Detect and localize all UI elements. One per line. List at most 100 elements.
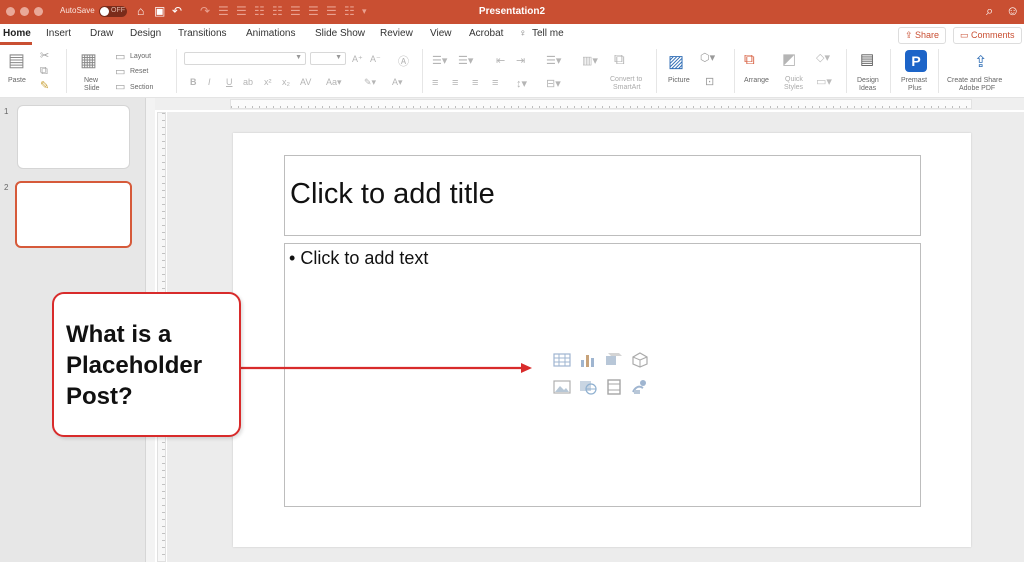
- section-icon: ▭: [115, 81, 126, 93]
- underline-icon[interactable]: U: [226, 77, 233, 87]
- subscript-icon[interactable]: x₂: [282, 77, 290, 87]
- comments-label: Comments: [971, 30, 1015, 40]
- character-spacing-icon[interactable]: AV: [300, 77, 311, 87]
- ribbon-separator: [656, 49, 657, 93]
- tab-insert[interactable]: Insert: [46, 28, 71, 39]
- align-left-icon[interactable]: ≡: [432, 77, 438, 89]
- insert-smartart-icon[interactable]: [605, 352, 623, 368]
- increase-font-icon[interactable]: A⁺: [352, 54, 363, 65]
- superscript-icon[interactable]: x²: [264, 77, 272, 87]
- new-slide-label-line1: New: [84, 77, 99, 84]
- tab-home[interactable]: Home: [3, 28, 31, 39]
- document-title: Presentation2: [478, 6, 546, 17]
- tab-draw[interactable]: Draw: [90, 28, 113, 39]
- tab-design[interactable]: Design: [130, 28, 161, 39]
- line-spacing-icon[interactable]: ☰▾: [546, 54, 561, 67]
- insert-icons-icon[interactable]: [631, 379, 649, 395]
- title-placeholder[interactable]: Click to add title: [284, 155, 921, 236]
- horizontal-ruler[interactable]: [230, 99, 972, 109]
- share-button[interactable]: ⇪ Share: [898, 27, 947, 44]
- tab-animations[interactable]: Animations: [246, 28, 295, 39]
- columns-icon[interactable]: ▥▾: [582, 54, 598, 67]
- quick-styles-line2: Styles: [784, 84, 804, 91]
- account-icon[interactable]: ☺: [1006, 3, 1019, 18]
- paste-icon[interactable]: ▤: [8, 51, 25, 69]
- copy-icon[interactable]: ⧉: [40, 65, 48, 77]
- tab-review[interactable]: Review: [380, 28, 413, 39]
- layout-button[interactable]: Layout: [130, 53, 151, 61]
- shape-outline-icon[interactable]: ▭▾: [816, 76, 832, 88]
- cut-icon[interactable]: ✂: [40, 50, 49, 62]
- insert-3d-model-icon[interactable]: [631, 352, 649, 368]
- tab-transitions[interactable]: Transitions: [178, 28, 227, 39]
- design-ideas-icon[interactable]: ▤: [860, 52, 874, 68]
- bullet: •: [289, 248, 296, 268]
- slide-number: 2: [4, 183, 9, 192]
- premast-line2: Plus: [908, 85, 922, 92]
- picture-label: Picture: [668, 77, 690, 84]
- ribbon-separator: [422, 49, 423, 93]
- design-ideas-line1: Design: [857, 77, 879, 84]
- tab-slide-show[interactable]: Slide Show: [315, 28, 365, 39]
- insert-video-icon[interactable]: [605, 379, 623, 395]
- tab-view[interactable]: View: [430, 28, 452, 39]
- highlight-icon[interactable]: ✎▾: [364, 77, 376, 88]
- new-slide-label-line2: Slide: [84, 85, 100, 92]
- section-button[interactable]: Section: [130, 84, 153, 92]
- adobe-pdf-icon[interactable]: ⇪: [974, 52, 987, 72]
- increase-indent-icon[interactable]: ⇥: [516, 54, 525, 67]
- premast-line1: Premast: [901, 77, 928, 84]
- align-right-icon[interactable]: ≡: [472, 77, 478, 89]
- insert-chart-icon[interactable]: [579, 352, 597, 368]
- italic-icon[interactable]: I: [208, 77, 211, 87]
- content-placeholder-label: Click to add text: [300, 248, 429, 268]
- align-text-icon[interactable]: ⊟▾: [546, 77, 561, 90]
- clear-formatting-icon[interactable]: Ⓐ: [398, 53, 409, 69]
- format-painter-icon[interactable]: ✎: [40, 80, 49, 92]
- numbering-icon[interactable]: ☰▾: [458, 54, 473, 67]
- decrease-font-icon[interactable]: A⁻: [370, 54, 381, 65]
- change-case-icon[interactable]: Aa▾: [326, 77, 342, 88]
- shape-fill-icon[interactable]: ◇▾: [816, 52, 830, 64]
- reset-button[interactable]: Reset: [130, 68, 148, 76]
- arrange-icon[interactable]: ⧉: [744, 52, 755, 68]
- align-center-icon[interactable]: ≡: [452, 77, 458, 89]
- premast-plus-icon[interactable]: P: [905, 50, 927, 72]
- tell-me-search[interactable]: Tell me: [532, 28, 564, 39]
- insert-picture-icon[interactable]: [553, 379, 571, 395]
- callout-arrow: [241, 363, 532, 373]
- chevron-down-icon: ▼: [295, 54, 302, 61]
- comments-button[interactable]: ▭ Comments: [953, 27, 1022, 44]
- justify-icon[interactable]: ≡: [492, 77, 498, 89]
- adobe-pdf-line1: Create and Share: [947, 77, 1003, 84]
- font-size-dropdown[interactable]: ▼: [310, 52, 346, 65]
- bullets-icon[interactable]: ☰▾: [432, 54, 447, 67]
- font-color-icon[interactable]: A▾: [392, 77, 403, 88]
- slide-thumbnail-selected[interactable]: [15, 181, 132, 248]
- slide-number: 1: [4, 107, 9, 116]
- slide-thumbnail[interactable]: [17, 105, 130, 169]
- ribbon-tabs: Home Insert Draw Design Transitions Anim…: [0, 24, 1024, 45]
- paste-label: Paste: [8, 77, 26, 84]
- convert-smartart-line1: Convert to: [610, 76, 643, 83]
- text-box-icon[interactable]: ⊡: [705, 76, 714, 88]
- search-icon[interactable]: ⌕: [986, 3, 993, 19]
- picture-icon[interactable]: ▨: [668, 52, 684, 72]
- new-slide-icon[interactable]: ▦: [80, 51, 97, 69]
- insert-table-icon[interactable]: [553, 352, 571, 368]
- strikethrough-icon[interactable]: ab: [243, 77, 253, 87]
- font-name-dropdown[interactable]: ▼: [184, 52, 306, 65]
- chevron-down-icon: ▼: [335, 54, 342, 61]
- callout-text: What is a Placeholder Post?: [66, 321, 203, 410]
- text-direction-icon[interactable]: ↕▾: [516, 77, 527, 90]
- insert-online-picture-icon[interactable]: [579, 379, 597, 395]
- shapes-icon[interactable]: ⬡▾: [700, 52, 715, 64]
- title-placeholder-text: Click to add title: [290, 178, 495, 210]
- comment-icon: ▭: [960, 30, 972, 40]
- ribbon-separator: [890, 49, 891, 93]
- quick-styles-icon[interactable]: ◩: [782, 52, 796, 68]
- decrease-indent-icon[interactable]: ⇤: [496, 54, 505, 67]
- bold-icon[interactable]: B: [190, 77, 197, 87]
- smartart-icon[interactable]: ⧉: [614, 52, 625, 68]
- tab-acrobat[interactable]: Acrobat: [469, 28, 503, 39]
